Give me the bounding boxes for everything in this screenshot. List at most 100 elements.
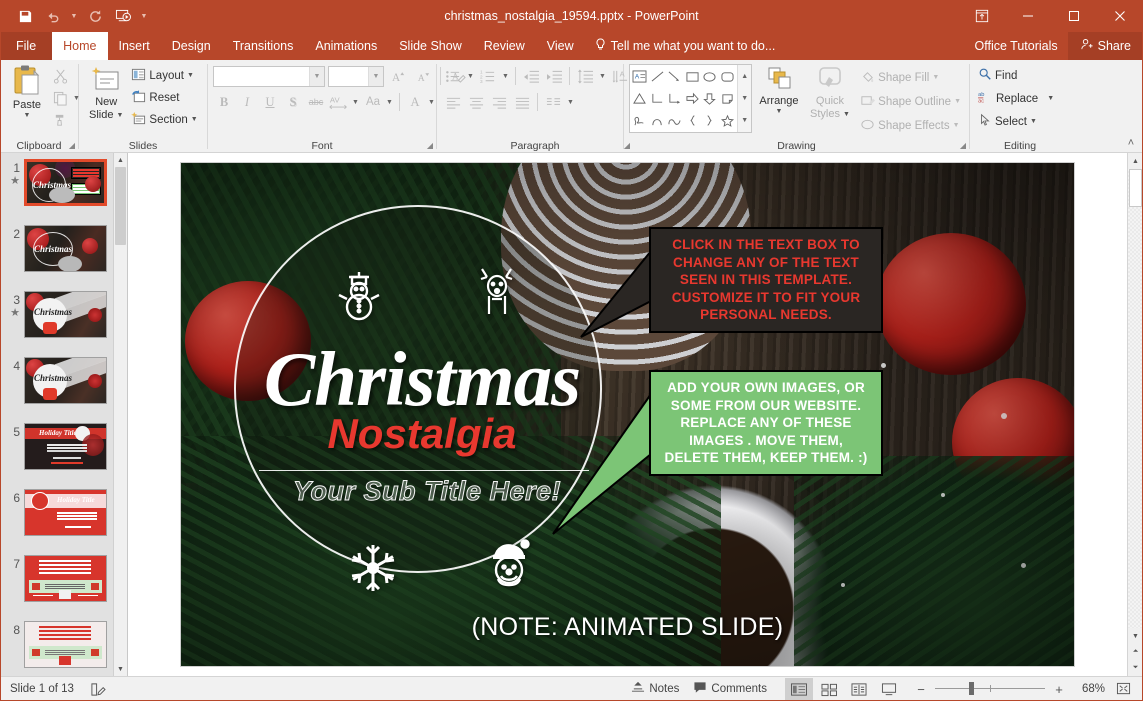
ribbon-display-options-icon[interactable]: [959, 0, 1005, 32]
arrange-button[interactable]: Arrange ▼: [755, 64, 803, 118]
shape-folded-corner[interactable]: [719, 88, 737, 110]
align-left-button[interactable]: [442, 91, 464, 113]
thumbnail-image-8[interactable]: [24, 621, 107, 668]
shape-outline-dropdown-icon[interactable]: ▼: [954, 98, 961, 105]
bullets-dropdown-icon[interactable]: ▼: [465, 65, 476, 87]
fit-to-window-button[interactable]: [1111, 678, 1135, 701]
bold-button[interactable]: B: [213, 91, 235, 113]
shape-right-arrow[interactable]: [684, 88, 702, 110]
drawing-dialog-launcher-icon[interactable]: ◢: [960, 141, 966, 150]
align-center-button[interactable]: [465, 91, 487, 113]
font-color-button[interactable]: A: [404, 91, 426, 113]
red-callout-textbox[interactable]: CLICK IN THE TEXT BOX TO CHANGE ANY OF T…: [649, 227, 883, 333]
shape-line[interactable]: [649, 66, 667, 88]
format-painter-button[interactable]: [49, 109, 71, 131]
replace-dropdown-icon[interactable]: ▼: [1047, 95, 1054, 102]
paste-dropdown-icon[interactable]: ▼: [24, 112, 31, 120]
thumbnail-scroll-thumb[interactable]: [115, 167, 126, 245]
normal-view-button[interactable]: [785, 677, 813, 701]
shape-effects-button[interactable]: Shape Effects ▼: [857, 115, 964, 136]
start-from-beginning-icon[interactable]: [110, 4, 136, 28]
thumbnail-scroll-up-icon[interactable]: ▲: [114, 153, 127, 167]
thumbnail-slide-4[interactable]: 4 Christmas: [0, 357, 127, 423]
decrease-font-size-button[interactable]: A: [412, 65, 434, 87]
select-dropdown-icon[interactable]: ▼: [1030, 118, 1037, 125]
change-case-button[interactable]: Aa: [362, 91, 384, 113]
accessibility-checker-icon[interactable]: [84, 678, 112, 701]
find-button[interactable]: Find: [975, 65, 1020, 86]
close-icon[interactable]: [1097, 0, 1143, 32]
slide-counter[interactable]: Slide 1 of 13: [10, 683, 74, 695]
scroll-up-icon[interactable]: ▲: [1128, 153, 1143, 169]
quick-styles-button[interactable]: Quick Styles ▼: [806, 64, 854, 123]
replace-button[interactable]: ab ac Replace ▼: [975, 88, 1057, 109]
shape-oval[interactable]: [701, 66, 719, 88]
shape-textbox[interactable]: A: [631, 66, 649, 88]
zoom-out-button[interactable]: −: [913, 682, 929, 697]
reading-view-button[interactable]: [845, 678, 873, 701]
zoom-slider[interactable]: [935, 681, 1045, 697]
shape-star[interactable]: [719, 109, 737, 131]
new-slide-dropdown-icon[interactable]: ▼: [116, 112, 123, 120]
restore-icon[interactable]: [1051, 0, 1097, 32]
zoom-level-label[interactable]: 68%: [1073, 683, 1105, 695]
comments-button[interactable]: Comments: [687, 678, 773, 701]
slide-canvas[interactable]: Christmas Nostalgia Your Sub Title Here!…: [181, 163, 1074, 666]
shape-arrow[interactable]: [666, 66, 684, 88]
new-slide-button[interactable]: New Slide ▼: [84, 63, 128, 124]
slide-area-scrollbar[interactable]: ▲ ▼ ⏶ ⏷: [1127, 153, 1143, 676]
shape-fill-button[interactable]: Shape Fill ▼: [857, 67, 964, 88]
strikethrough-button[interactable]: abc: [305, 91, 327, 113]
font-dialog-launcher-icon[interactable]: ◢: [427, 141, 433, 150]
share-button[interactable]: Share: [1067, 32, 1143, 60]
quick-styles-dropdown-icon[interactable]: ▼: [843, 111, 850, 119]
character-spacing-dropdown-icon[interactable]: ▼: [350, 91, 361, 113]
tell-me-box[interactable]: Tell me what you want to do...: [585, 32, 786, 60]
shape-rectangle[interactable]: [684, 66, 702, 88]
slide-sorter-view-button[interactable]: [815, 678, 843, 701]
customize-qat-icon[interactable]: ▼: [138, 4, 150, 28]
green-callout-textbox[interactable]: ADD YOUR OWN IMAGES, OR SOME FROM OUR WE…: [649, 370, 883, 476]
undo-icon[interactable]: [40, 4, 66, 28]
collapse-ribbon-icon[interactable]: ˄: [1123, 137, 1139, 151]
shapes-scroll-up-icon[interactable]: ▲: [738, 65, 751, 87]
thumbnail-pane-scrollbar[interactable]: ▲ ▼: [113, 153, 127, 676]
zoom-handle[interactable]: [969, 682, 974, 695]
save-icon[interactable]: [12, 4, 38, 28]
font-name-dropdown-icon[interactable]: ▼: [309, 66, 324, 86]
thumbnail-image-1[interactable]: Christmas: [24, 159, 107, 206]
scroll-track[interactable]: [1128, 169, 1143, 628]
scroll-thumb[interactable]: [1129, 169, 1142, 207]
thumbnail-scroll-down-icon[interactable]: ▼: [114, 662, 127, 676]
shapes-more-icon[interactable]: ▼: [738, 110, 751, 132]
arrange-dropdown-icon[interactable]: ▼: [776, 108, 783, 116]
increase-font-size-button[interactable]: A: [387, 65, 409, 87]
copy-button[interactable]: [49, 87, 71, 109]
thumbnail-slide-1[interactable]: 1 ★ Christmas: [0, 159, 127, 225]
underline-button[interactable]: U: [259, 91, 281, 113]
thumbnail-image-7[interactable]: [24, 555, 107, 602]
decrease-indent-button[interactable]: [520, 65, 542, 87]
shape-arc[interactable]: [666, 109, 684, 131]
cut-button[interactable]: [49, 65, 71, 87]
thumbnail-image-5[interactable]: Holiday Title: [24, 423, 107, 470]
clipboard-dialog-launcher-icon[interactable]: ◢: [69, 141, 75, 150]
paste-button[interactable]: Paste ▼: [5, 63, 49, 122]
next-slide-icon[interactable]: ⏷: [1128, 660, 1143, 676]
text-shadow-button[interactable]: S: [282, 91, 304, 113]
italic-button[interactable]: I: [236, 91, 258, 113]
shape-triangle[interactable]: [631, 88, 649, 110]
reset-button[interactable]: Reset: [128, 87, 200, 108]
bullets-button[interactable]: [442, 65, 464, 87]
slide-show-view-button[interactable]: [875, 678, 903, 701]
animated-slide-note[interactable]: (NOTE: ANIMATED SLIDE): [181, 613, 1074, 642]
tab-design[interactable]: Design: [161, 32, 222, 60]
scroll-down-icon[interactable]: ▼: [1128, 628, 1143, 644]
font-name-combo[interactable]: ▼: [213, 65, 325, 87]
select-button[interactable]: Select ▼: [975, 111, 1040, 132]
shapes-gallery-scrollbar[interactable]: ▲ ▼ ▼: [737, 65, 752, 132]
font-size-combo[interactable]: ▼: [328, 65, 384, 87]
shape-elbow-connector[interactable]: [649, 88, 667, 110]
numbering-dropdown-icon[interactable]: ▼: [500, 65, 511, 87]
tab-slide-show[interactable]: Slide Show: [388, 32, 473, 60]
